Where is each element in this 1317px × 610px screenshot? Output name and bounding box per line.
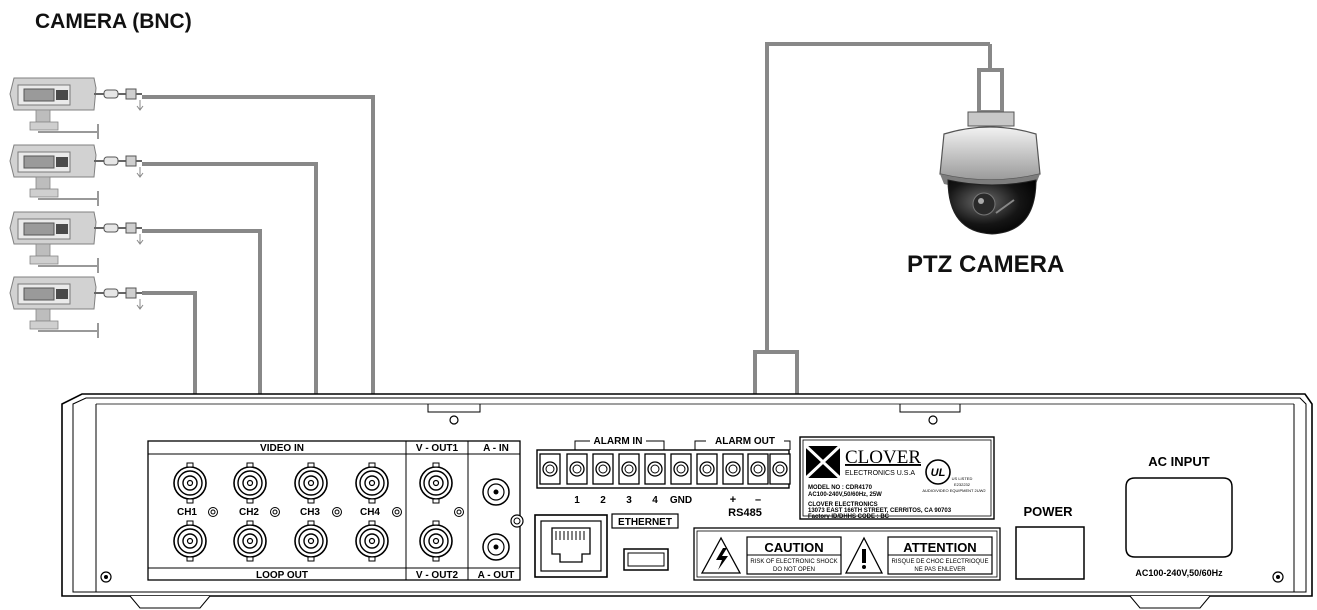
video-panel: VIDEO IN V - OUT1 A - IN LOOP OUT V - OU… (147, 440, 524, 581)
cable-camera-2 (142, 162, 318, 432)
factory-code: Factory ID/DHHS CODE : BC (808, 514, 890, 520)
ul-number: E232232 (954, 482, 971, 487)
cables (142, 42, 1004, 432)
a-in-label: A - IN (483, 443, 509, 454)
ac-input-label: AC INPUT (1148, 454, 1209, 469)
ul-description: AUDIO/VIDEO EQUIPMENT 2UW2 (922, 488, 986, 493)
caution-line2: DO NOT OPEN (773, 567, 815, 573)
bnc-camera-1 (9, 77, 144, 140)
attention-title: ATTENTION (903, 540, 976, 555)
bnc-camera-3 (9, 211, 144, 274)
alarm-out-label: ALARM OUT (715, 436, 775, 447)
ptz-mount-loop (977, 44, 1004, 114)
alarm-4-label: 4 (652, 495, 658, 506)
ac-input-socket[interactable] (1125, 477, 1233, 558)
ac-rating-label: AC100-240V,50/60Hz (1135, 568, 1223, 578)
attention-line2: NE PAS ENLEVER (914, 567, 966, 573)
caution-line1: RISK OF ELECTRONIC SHOCK (750, 559, 837, 565)
a-in-jack[interactable] (482, 478, 510, 506)
rs485-minus-label: – (755, 494, 761, 506)
ul-listed: US LISTED (952, 476, 973, 481)
alarm-1-label: 1 (574, 495, 580, 506)
ch3-label: CH3 (300, 507, 320, 518)
gnd-label: GND (670, 495, 692, 506)
dvr-connection-diagram: VIDEO IN V - OUT1 A - IN LOOP OUT V - OU… (9, 42, 1313, 609)
alarm-in-label: ALARM IN (594, 436, 643, 447)
loop-out-label: LOOP OUT (256, 570, 308, 581)
v-out1-label: V - OUT1 (416, 443, 459, 454)
attention-line1: RISQUE DE CHOC ELECTRIOQUE (891, 559, 988, 565)
power-switch[interactable] (1015, 526, 1085, 580)
clover-logo (804, 444, 842, 480)
ethernet-label: ETHERNET (618, 517, 672, 528)
alarm-3-label: 3 (626, 495, 632, 506)
video-in-label: VIDEO IN (260, 443, 304, 454)
caution-title: CAUTION (764, 540, 823, 555)
power-rating: AC100-240V,50/60Hz, 25W (808, 492, 882, 498)
ptz-camera (939, 111, 1041, 235)
v-out2-label: V - OUT2 (416, 570, 459, 581)
cable-camera-1 (142, 95, 375, 432)
ch4-label: CH4 (360, 507, 380, 518)
warning-labels: CAUTION RISK OF ELECTRONIC SHOCK DO NOT … (693, 527, 1001, 581)
brand-subtitle: ELECTRONICS U.S.A (845, 470, 915, 477)
rs485-plus-label: + (730, 494, 736, 506)
rs485-label: RS485 (728, 507, 762, 519)
bnc-camera-2 (9, 144, 144, 207)
ethernet-port[interactable] (534, 514, 608, 578)
ch2-label: CH2 (239, 507, 259, 518)
bnc-camera-4 (9, 276, 144, 339)
alarm-2-label: 2 (600, 495, 606, 506)
usb-port[interactable] (623, 548, 669, 571)
a-out-jack[interactable] (482, 533, 510, 561)
model-number: MODEL NO : CDR4170 (808, 485, 873, 491)
power-label: POWER (1023, 504, 1073, 519)
ul-mark-icon: UL (925, 459, 951, 485)
a-out-label: A - OUT (478, 570, 515, 581)
ch1-label: CH1 (177, 507, 197, 518)
svg-text:UL: UL (931, 467, 946, 479)
rating-label: CLOVER ELECTRONICS U.S.A MODEL NO : CDR4… (799, 436, 995, 520)
brand-name: CLOVER (845, 447, 921, 468)
